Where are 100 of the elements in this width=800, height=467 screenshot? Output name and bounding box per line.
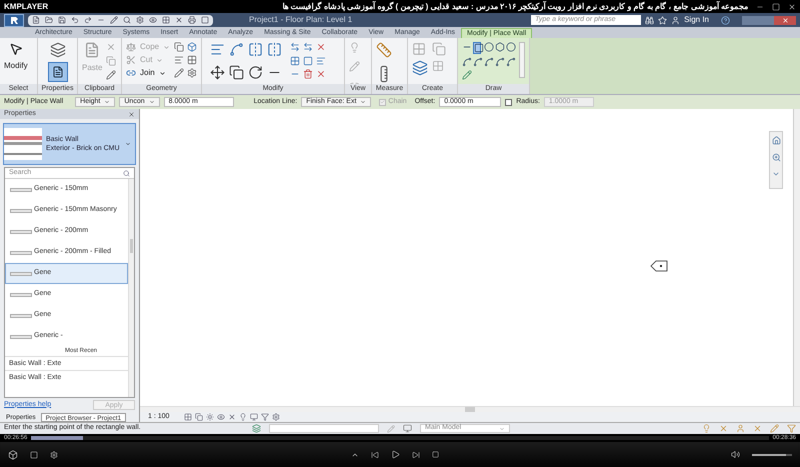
settings-icon[interactable] — [136, 16, 144, 24]
grid-icon[interactable] — [187, 55, 198, 65]
arc-icon[interactable] — [462, 57, 472, 67]
cube-icon[interactable] — [187, 42, 198, 52]
wall-swatch-icon — [10, 314, 32, 318]
sun-icon[interactable] — [206, 413, 214, 421]
3d-icon[interactable] — [8, 450, 18, 460]
caret-icon — [360, 99, 366, 105]
play-icon[interactable] — [390, 450, 400, 459]
curve-icon[interactable] — [229, 42, 244, 57]
arc-icon[interactable] — [484, 57, 494, 67]
user-icon[interactable] — [671, 16, 680, 24]
detail-level-icon[interactable] — [184, 413, 192, 421]
sign-in-button[interactable]: Sign In — [684, 14, 709, 26]
screen-icon[interactable] — [30, 450, 38, 458]
arc-icon[interactable] — [495, 57, 506, 67]
align-icon[interactable] — [316, 56, 326, 66]
monitor-icon[interactable] — [250, 413, 258, 421]
ruler-icon[interactable] — [376, 42, 392, 58]
geometry-tool[interactable]: Join — [126, 68, 170, 78]
search-icon[interactable] — [123, 170, 130, 176]
new-icon[interactable] — [32, 16, 40, 24]
filter-icon[interactable] — [261, 413, 270, 421]
caret-icon — [499, 426, 505, 432]
delete-icon[interactable] — [303, 69, 313, 80]
redo-icon[interactable] — [84, 16, 92, 24]
gear-icon[interactable] — [187, 68, 198, 78]
mirror-icon[interactable] — [248, 42, 263, 57]
align-icon[interactable] — [210, 42, 225, 57]
arc-icon[interactable] — [473, 57, 484, 67]
light-icon[interactable] — [239, 413, 248, 421]
visual-style-icon[interactable] — [195, 413, 204, 421]
design-options-icon[interactable] — [403, 424, 412, 433]
grid-icon[interactable] — [290, 56, 300, 66]
navigation-bar[interactable] — [769, 131, 783, 189]
list-scrollbar[interactable] — [128, 179, 134, 397]
logo-icon — [10, 16, 18, 24]
previous-icon[interactable] — [370, 450, 378, 458]
eye-icon[interactable] — [149, 16, 157, 24]
square-icon[interactable] — [303, 56, 313, 66]
align-icon[interactable] — [174, 55, 184, 65]
properties-tool[interactable] — [48, 62, 68, 82]
rectangle-icon[interactable] — [474, 43, 484, 53]
close-icon[interactable] — [128, 110, 135, 118]
circle-icon[interactable] — [484, 42, 494, 52]
copy-icon[interactable] — [174, 42, 184, 52]
home-icon[interactable] — [772, 136, 780, 145]
maximize-icon[interactable] — [772, 2, 780, 10]
star-icon[interactable] — [658, 16, 668, 24]
polygon-icon[interactable] — [495, 42, 506, 52]
arrows-icon[interactable] — [290, 42, 300, 52]
vertical-scrollbar[interactable] — [793, 109, 800, 406]
close-icon[interactable] — [175, 16, 183, 24]
print-icon[interactable] — [188, 16, 196, 24]
player-brand: KMPLAYER — [4, 0, 48, 12]
wall-swatch-icon — [10, 250, 32, 254]
cross-icon[interactable] — [316, 69, 326, 80]
close-icon — [782, 16, 788, 24]
undo-icon[interactable] — [71, 16, 79, 24]
next-icon[interactable] — [412, 450, 420, 458]
settings-icon[interactable] — [272, 413, 280, 421]
crop-icon[interactable] — [228, 413, 236, 421]
mirror-icon[interactable] — [267, 42, 282, 57]
search-icon[interactable] — [123, 16, 131, 24]
arrows-icon[interactable] — [303, 42, 313, 52]
save-icon[interactable] — [58, 16, 66, 24]
caret-icon — [125, 141, 131, 147]
modify-tool[interactable]: Modify — [0, 38, 32, 72]
open-icon[interactable] — [45, 16, 53, 24]
copy-icon[interactable] — [229, 65, 244, 80]
radius-checkbox[interactable] — [505, 98, 512, 106]
rotate-icon[interactable] — [248, 65, 263, 80]
document-title: Project1 - Floor Plan: Level 1 — [249, 14, 352, 26]
spline-icon[interactable] — [506, 57, 516, 67]
wall-swatch-icon — [10, 230, 32, 234]
horizontal-scrollbar[interactable] — [140, 406, 800, 412]
grid-icon[interactable] — [162, 16, 170, 24]
caret-icon[interactable] — [772, 170, 780, 178]
close-button[interactable] — [774, 16, 796, 24]
circle-icon[interactable] — [506, 42, 516, 52]
workset-field[interactable] — [269, 424, 379, 433]
brush-icon[interactable] — [106, 70, 116, 80]
parts-icon[interactable] — [412, 60, 428, 76]
help-icon[interactable] — [721, 16, 730, 24]
volume-icon[interactable] — [731, 450, 740, 459]
type-properties-icon[interactable] — [50, 42, 66, 58]
pencil-icon[interactable] — [110, 16, 118, 24]
pencil-icon[interactable] — [174, 68, 184, 78]
cross-icon[interactable] — [316, 42, 326, 52]
window-icon[interactable] — [201, 16, 209, 24]
seek-bar[interactable] — [31, 436, 769, 440]
close-icon[interactable] — [788, 2, 796, 10]
zoom-icon[interactable] — [772, 153, 780, 162]
stop-icon[interactable] — [432, 451, 438, 458]
app-menu-button[interactable] — [4, 14, 24, 26]
worksets-icon[interactable] — [252, 424, 261, 433]
binoculars-icon[interactable] — [645, 16, 654, 24]
scissors-icon — [126, 55, 136, 65]
move-icon[interactable] — [210, 65, 225, 80]
shadows-icon[interactable] — [217, 413, 226, 421]
